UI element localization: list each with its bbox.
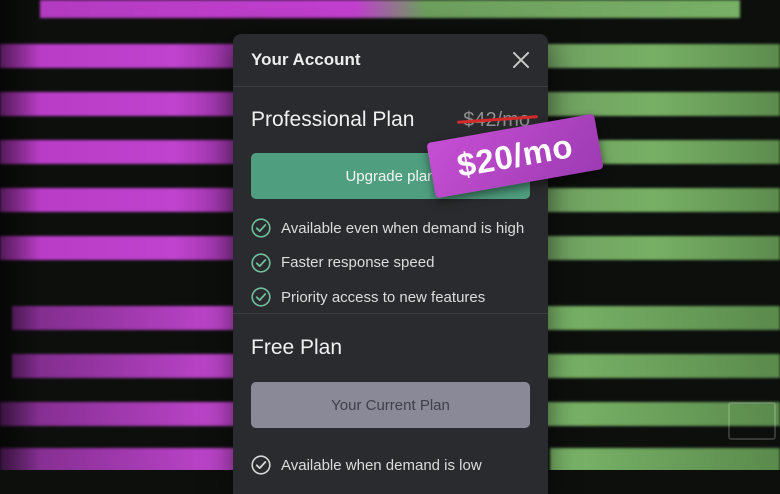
check-circle-icon xyxy=(251,287,271,307)
list-item: Priority access to new features xyxy=(251,280,530,315)
check-circle-icon xyxy=(251,218,271,238)
check-circle-icon xyxy=(251,253,271,273)
list-item: Available even when demand is high xyxy=(251,211,530,246)
plan-header: Free Plan xyxy=(251,314,530,382)
check-circle-icon xyxy=(251,455,271,475)
bg-stripe xyxy=(530,92,780,116)
professional-plan-section: Professional Plan $42/mo Upgrade plan Av… xyxy=(233,87,548,314)
bg-stripe xyxy=(40,0,740,18)
plan-name: Free Plan xyxy=(251,336,343,359)
list-item: Available when demand is low xyxy=(251,448,530,483)
feature-label: Faster response speed xyxy=(281,254,435,272)
current-plan-button[interactable]: Your Current Plan xyxy=(251,382,530,428)
bg-stripe xyxy=(530,44,780,68)
feature-list: Available even when demand is high Faste… xyxy=(251,211,530,315)
account-modal: Your Account Professional Plan $42/mo Up… xyxy=(233,34,548,494)
bg-vignette xyxy=(0,0,40,470)
watermark-logo xyxy=(728,402,776,440)
bg-stripe xyxy=(12,354,237,378)
free-plan-section: Free Plan Your Current Plan Available wh… xyxy=(233,314,548,483)
bg-stripe xyxy=(530,188,780,212)
feature-label: Priority access to new features xyxy=(281,288,486,306)
current-plan-label: Your Current Plan xyxy=(331,396,450,414)
close-icon[interactable] xyxy=(512,51,530,69)
bg-stripe xyxy=(540,306,780,330)
bg-stripe xyxy=(12,306,237,330)
list-item: Faster response speed xyxy=(251,246,530,281)
plan-name: Professional Plan xyxy=(251,108,415,131)
modal-header: Your Account xyxy=(233,34,548,87)
modal-title: Your Account xyxy=(251,50,361,69)
bg-stripe xyxy=(550,448,780,470)
feature-label: Available even when demand is high xyxy=(281,219,525,237)
bg-stripe xyxy=(540,354,780,378)
badge-price: $20/mo xyxy=(454,127,576,184)
upgrade-plan-label: Upgrade plan xyxy=(345,167,436,185)
feature-list: Available when demand is low xyxy=(251,448,530,483)
bg-stripe xyxy=(530,236,780,260)
feature-label: Available when demand is low xyxy=(281,456,482,474)
